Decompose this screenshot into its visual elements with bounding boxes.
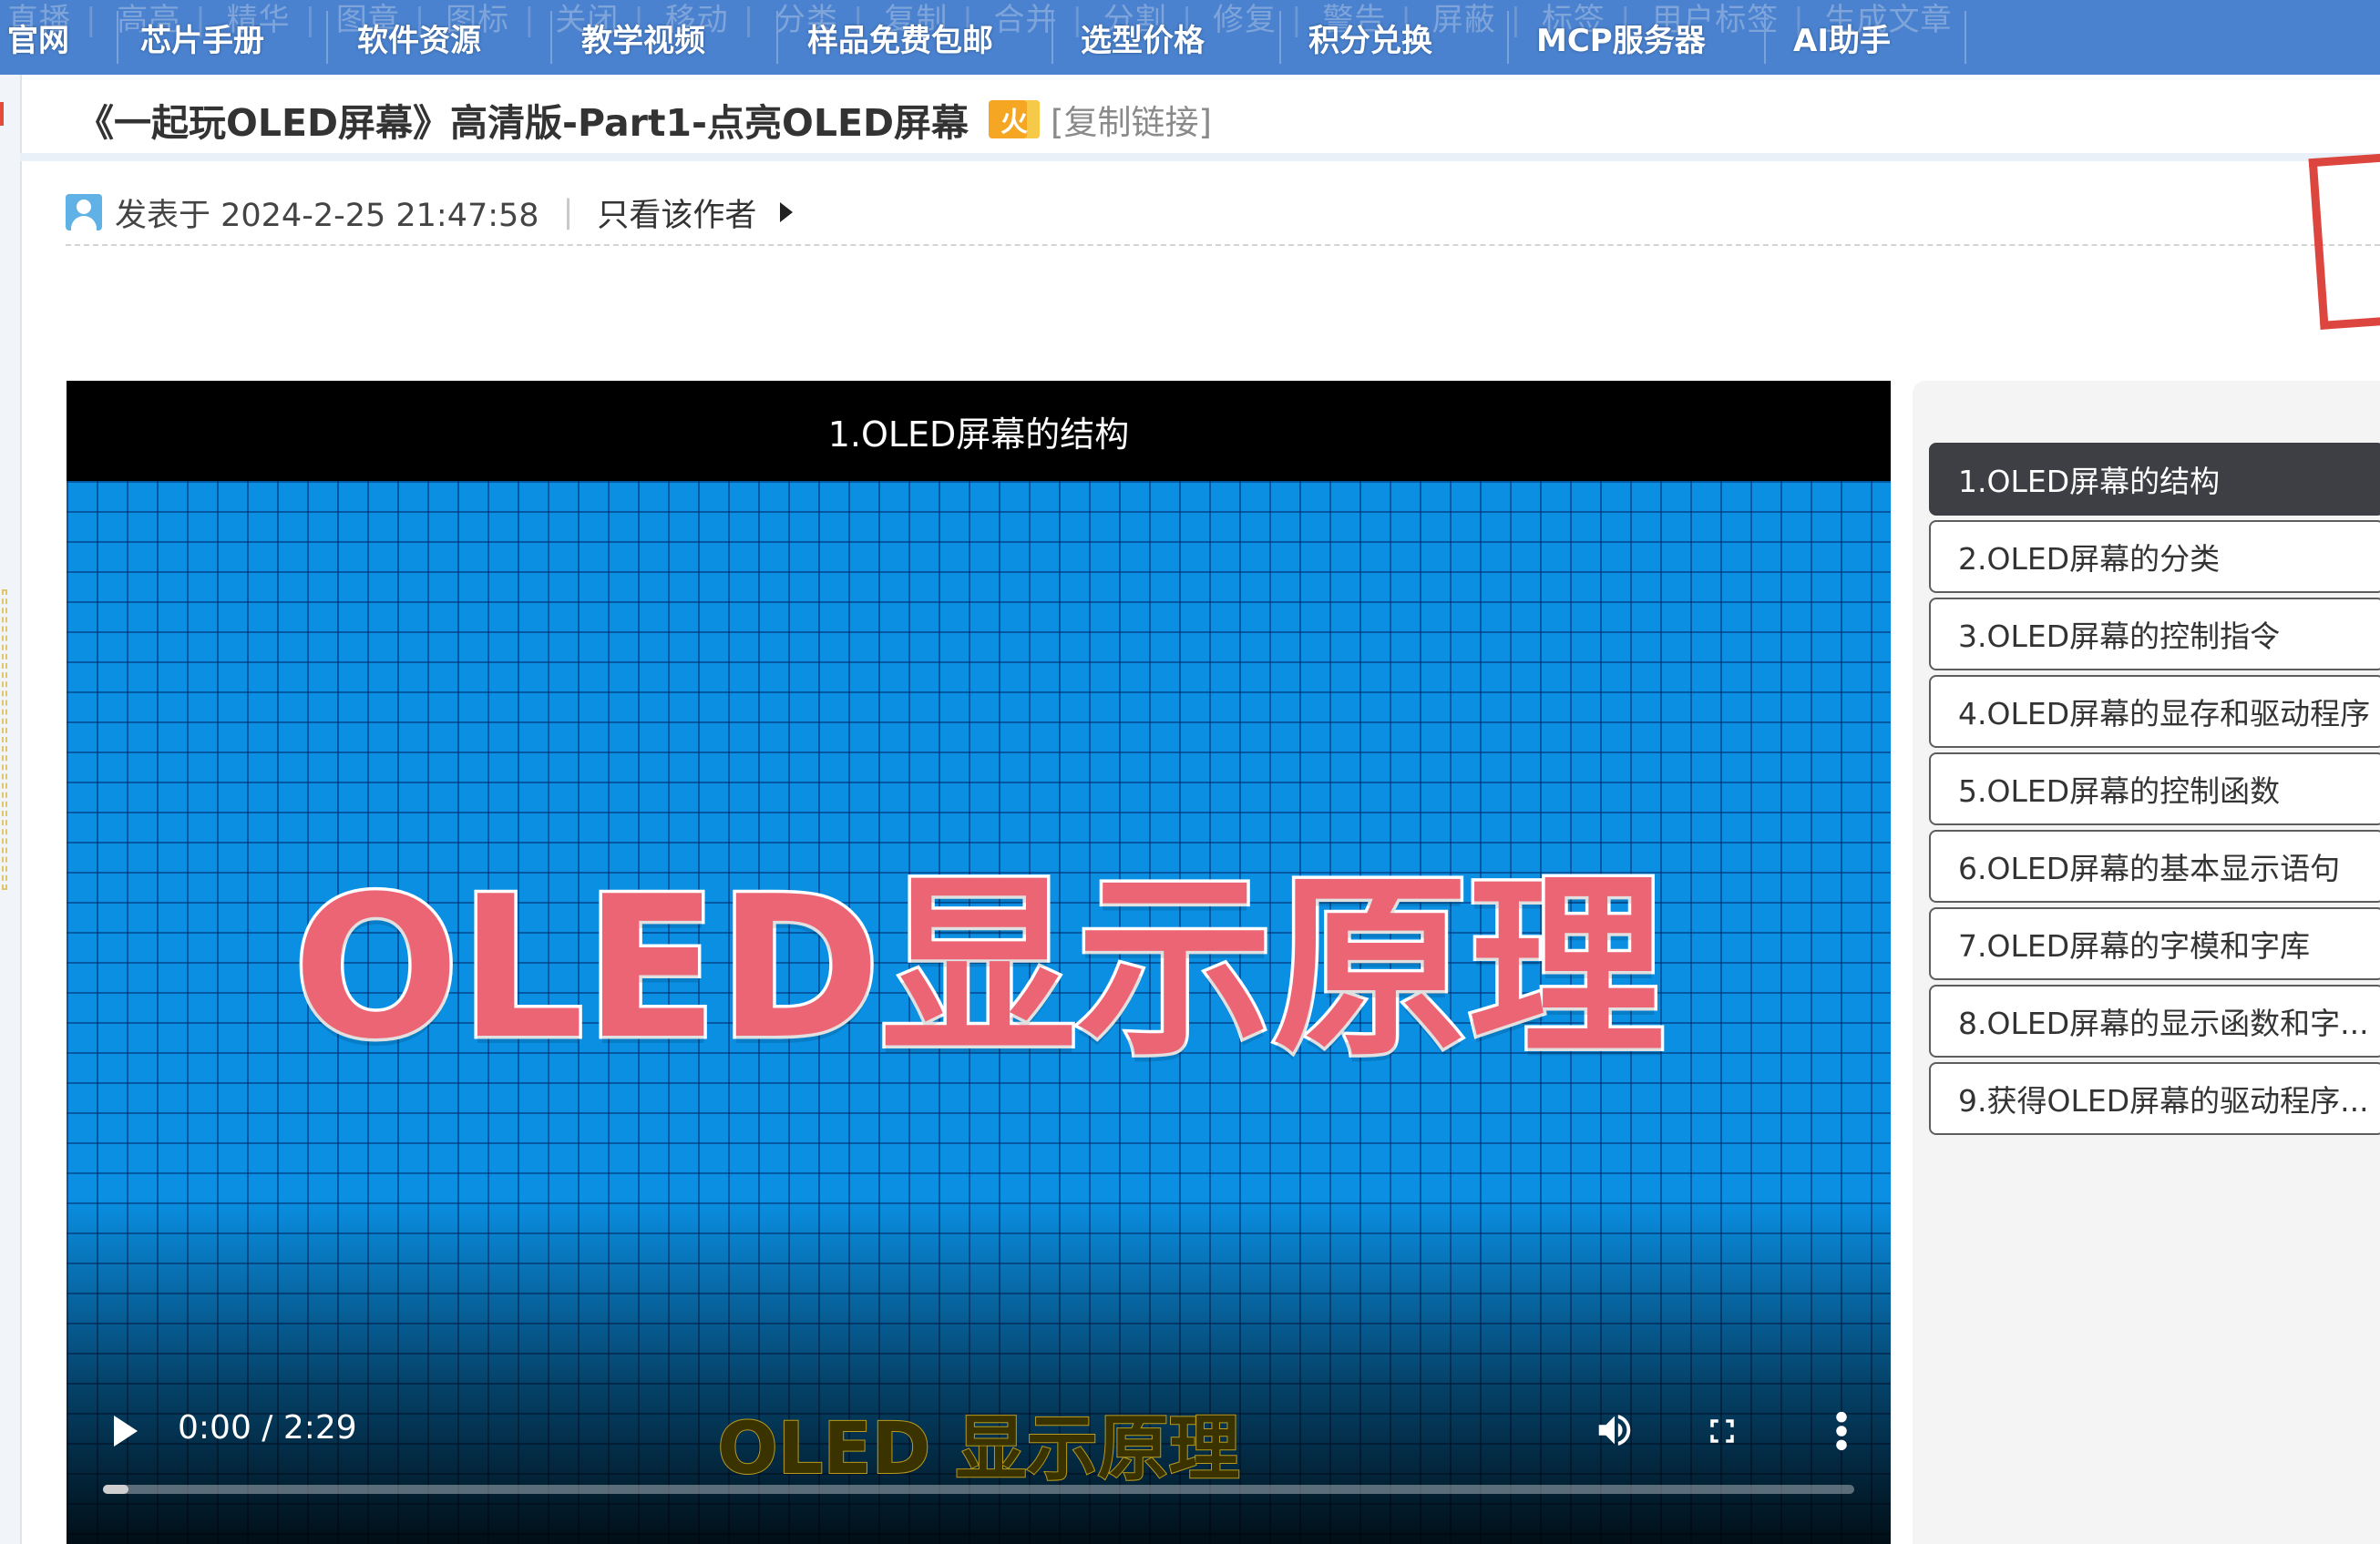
playlist-item[interactable]: 6.OLED屏幕的基本显示语句 [1929, 830, 2380, 903]
left-rail [0, 75, 22, 1544]
playlist-item[interactable]: 9.获得OLED屏幕的驱动程序... [1929, 1062, 2380, 1135]
user-avatar-icon[interactable] [66, 194, 102, 230]
rail-marker [0, 102, 4, 126]
nav-ai-assistant[interactable]: AI助手 [1766, 0, 1966, 75]
posted-time: 发表于 2024-2-25 21:47:58 [115, 197, 539, 234]
nav-free-samples[interactable]: 样品免费包邮 [778, 0, 1053, 75]
video-title: 1.OLED屏幕的结构 [827, 414, 1130, 455]
more-options-icon[interactable] [1834, 1410, 1849, 1452]
playlist-item[interactable]: 3.OLED屏幕的控制指令 [1929, 598, 2380, 670]
nav-pricing-label: 选型价格 [1081, 22, 1205, 59]
playlist-item[interactable]: 8.OLED屏幕的显示函数和字... [1929, 985, 2380, 1058]
stamp-icon [2308, 151, 2380, 330]
playlist-item-label: 3.OLED屏幕的控制指令 [1958, 619, 2281, 654]
playlist-item-label: 9.获得OLED屏幕的驱动程序... [1958, 1083, 2369, 1119]
nav-pricing[interactable]: 选型价格 [1053, 0, 1281, 75]
nav-mcp-server-label: MCP服务器 [1536, 22, 1706, 59]
playlist-item[interactable]: 5.OLED屏幕的控制函数 [1929, 752, 2380, 825]
nav-points-exchange[interactable]: 积分兑换 [1281, 0, 1509, 75]
nav-chip-manual-label: 芯片手册 [140, 22, 264, 59]
nav-software-label: 软件资源 [357, 22, 481, 59]
post-header: 《一起玩OLED屏幕》高清版-Part1-点亮OLED屏幕 火 [复制链接] [77, 91, 1212, 148]
rail-dashed-handle[interactable] [2, 589, 7, 890]
nav-chip-manual[interactable]: 芯片手册 [118, 0, 328, 75]
playlist-item-label: 1.OLED屏幕的结构 [1958, 464, 2221, 499]
nav-software[interactable]: 软件资源 [328, 0, 552, 75]
fullscreen-icon[interactable] [1707, 1416, 1738, 1447]
time-display: 0:00 / 2:29 [178, 1409, 357, 1447]
playlist-item[interactable]: 4.OLED屏幕的显存和驱动程序 [1929, 675, 2380, 748]
post-title: 《一起玩OLED屏幕》高清版-Part1-点亮OLED屏幕 [77, 101, 969, 145]
nav-tutorial-video-label: 教学视频 [581, 22, 705, 59]
nav-free-samples-label: 样品免费包邮 [807, 22, 993, 59]
playlist-item-label: 7.OLED屏幕的字模和字库 [1958, 928, 2311, 964]
post-meta: 发表于 2024-2-25 21:47:58 | 只看该作者 [66, 187, 794, 238]
nav-ai-assistant-label: AI助手 [1793, 22, 1891, 59]
playlist-item-label: 6.OLED屏幕的基本显示语句 [1958, 851, 2341, 886]
nav-tutorial-video[interactable]: 教学视频 [552, 0, 778, 75]
author-only-link[interactable]: 只看该作者 [597, 189, 756, 236]
nav-points-exchange-label: 积分兑换 [1308, 22, 1432, 59]
playlist-item[interactable]: 1.OLED屏幕的结构 [1929, 443, 2380, 516]
nav-home-label: 官网 [7, 22, 69, 59]
playlist-item[interactable]: 2.OLED屏幕的分类 [1929, 520, 2380, 593]
caret-right-icon[interactable] [780, 202, 794, 222]
progress-bar[interactable] [103, 1485, 1854, 1494]
top-nav: 直播 | 高亮 | 精华 | 图章 | 图标 | 关闭 | 移动 | 分类 | 复制 | 合并 | … [0, 0, 2380, 75]
playlist-item-label: 8.OLED屏幕的显示函数和字... [1958, 1006, 2369, 1041]
nav-home[interactable]: 官网 [0, 0, 118, 75]
playlist-item[interactable]: 7.OLED屏幕的字模和字库 [1929, 907, 2380, 980]
playlist-item-label: 4.OLED屏幕的显存和驱动程序 [1958, 696, 2371, 731]
copy-link-button[interactable]: [复制链接] [1051, 95, 1212, 144]
meta-divider [66, 244, 2380, 246]
title-divider [20, 153, 2380, 161]
nav-mcp-server[interactable]: MCP服务器 [1509, 0, 1766, 75]
video-playlist: 1.OLED屏幕的结构 2.OLED屏幕的分类 3.OLED屏幕的控制指令 4.… [1913, 381, 2380, 1544]
video-player[interactable]: 1.OLED屏幕的结构 OLED显示原理 OLED 显示原理 0:00 / 2:… [67, 381, 1891, 1544]
playlist-item-label: 5.OLED屏幕的控制函数 [1958, 773, 2281, 809]
video-frame-text: OLED显示原理 [290, 851, 1667, 1086]
meta-separator: | [562, 194, 574, 230]
volume-icon[interactable] [1594, 1409, 1636, 1451]
hot-badge-icon: 火 [989, 100, 1041, 138]
playlist-item-label: 2.OLED屏幕的分类 [1958, 541, 2221, 577]
progress-buffer [103, 1485, 128, 1494]
play-icon[interactable] [114, 1416, 138, 1447]
